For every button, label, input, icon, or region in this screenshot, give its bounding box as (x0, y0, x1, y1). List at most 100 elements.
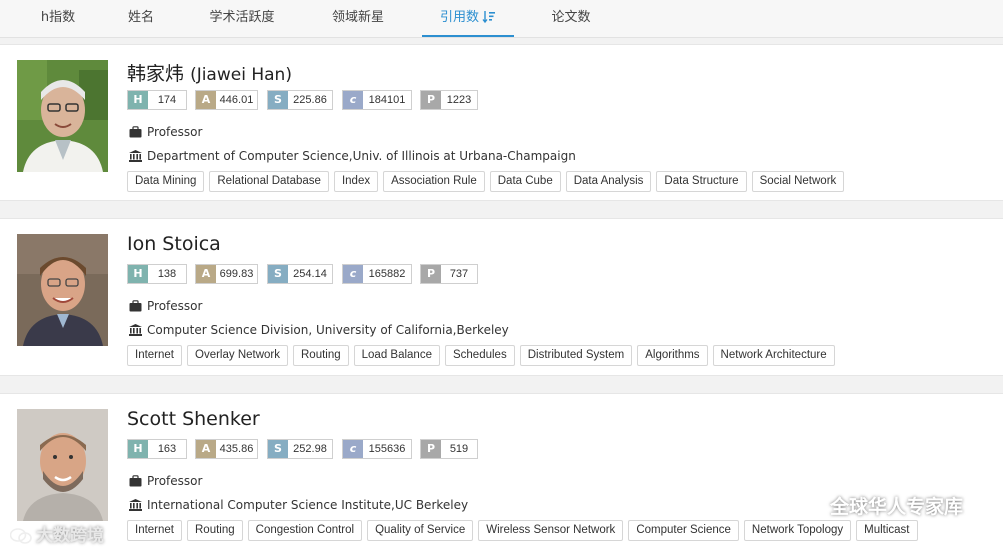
h-index-metric: H 174 (127, 90, 187, 110)
scholar-name-en: Scott Shenker (127, 408, 260, 430)
watermark-right-text: 全球华人专家库 (830, 496, 964, 518)
metric-value: 165882 (368, 268, 406, 280)
metric-value: 252.98 (293, 443, 327, 455)
metric-label: H (128, 91, 148, 109)
scholar-name-en: (Jiawei Han) (190, 65, 292, 85)
activity-metric: A 435.86 (195, 439, 258, 459)
metric-label: P (421, 440, 441, 458)
research-tag[interactable]: Network Architecture (712, 345, 835, 366)
scholar-card[interactable]: Scott Shenker H 163 A 435.86 S 252.98 c 1556… (0, 393, 1003, 550)
research-tags: Internet Overlay Network Routing Load Balan… (127, 343, 840, 366)
research-tag[interactable]: Data Structure (656, 171, 747, 192)
metric-value: 254.14 (293, 268, 327, 280)
tab-papers[interactable]: 论文数 (548, 0, 594, 37)
research-tag[interactable]: Routing (293, 345, 349, 366)
research-tag[interactable]: Data Cube (489, 171, 561, 192)
research-tag[interactable]: Load Balance (353, 345, 440, 366)
metric-value: 1223 (446, 94, 472, 106)
activity-metric: A 699.83 (195, 264, 258, 284)
metric-label: c (343, 440, 363, 458)
metric-value: 138 (157, 268, 177, 280)
watermark-left-text: 大数跨境 (36, 526, 104, 546)
research-tag[interactable]: Multicast (856, 520, 918, 541)
metric-label: c (343, 91, 363, 109)
scholar-card[interactable]: Ion Stoica H 138 A 699.83 S 254.14 c 165882 … (0, 218, 1003, 376)
tab-activity[interactable]: 学术活跃度 (204, 0, 280, 37)
metric-label: A (196, 265, 216, 283)
scholar-name[interactable]: Scott Shenker (127, 408, 260, 430)
metric-value: 225.86 (293, 94, 327, 106)
metric-label: P (421, 91, 441, 109)
scholar-name-cn: 韩家炜 (127, 63, 185, 85)
tab-h-index[interactable]: h指数 (38, 0, 78, 37)
metric-label: c (343, 265, 363, 283)
sort-tab-bar: h指数 姓名 学术活跃度 领域新星 引用数 论文数 (0, 0, 1003, 38)
briefcase-icon (129, 125, 142, 137)
research-tag[interactable]: Routing (187, 520, 243, 541)
research-tag[interactable]: Computer Science (628, 520, 739, 541)
metric-label: P (421, 265, 441, 283)
metric-label: H (128, 265, 148, 283)
scholar-photo[interactable] (17, 60, 108, 172)
affiliation-text: International Computer Science Institute… (147, 498, 469, 512)
metric-value: 737 (449, 268, 469, 280)
paper-count-metric: P 519 (420, 439, 478, 459)
sort-descending-icon (482, 10, 495, 23)
scholar-name[interactable]: Ion Stoica (127, 233, 221, 255)
research-tag[interactable]: Network Topology (743, 520, 852, 541)
research-tag[interactable]: Distributed System (519, 345, 633, 366)
affiliation-text: Department of Computer Science,Univ. of … (147, 149, 576, 163)
h-index-metric: H 163 (127, 439, 187, 459)
sociability-metric: S 254.14 (267, 264, 333, 284)
institution-icon (129, 498, 142, 511)
metric-value: 519 (449, 443, 469, 455)
research-tag[interactable]: Overlay Network (187, 345, 288, 366)
metric-value: 163 (157, 443, 177, 455)
citation-metric: c 184101 (342, 90, 412, 110)
position-text: Professor (147, 474, 203, 488)
paper-count-metric: P 737 (420, 264, 478, 284)
institution-icon (129, 149, 142, 162)
metric-label: H (128, 440, 148, 458)
metric-value: 155636 (368, 443, 406, 455)
research-tag[interactable]: Internet (127, 345, 182, 366)
scholar-affiliation: International Computer Science Institute… (129, 497, 468, 513)
metric-label: A (196, 91, 216, 109)
scholar-photo[interactable] (17, 409, 108, 521)
affiliation-text: Computer Science Division, University of… (147, 323, 509, 337)
research-tag[interactable]: Quality of Service (367, 520, 474, 541)
briefcase-icon (129, 299, 142, 311)
scholar-position: Professor (129, 298, 202, 314)
research-tag[interactable]: Data Analysis (565, 171, 652, 192)
wechat-icon (800, 497, 826, 517)
scholar-name-en: Ion Stoica (127, 233, 221, 255)
tab-citations-label: 引用数 (439, 10, 479, 25)
research-tag[interactable]: Relational Database (209, 171, 329, 192)
research-tag[interactable]: Algorithms (637, 345, 708, 366)
position-text: Professor (147, 125, 203, 139)
scholar-position: Professor (129, 473, 202, 489)
research-tag[interactable]: Internet (127, 520, 182, 541)
research-tag[interactable]: Social Network (751, 171, 845, 192)
position-text: Professor (147, 299, 203, 313)
research-tag[interactable]: Index (333, 171, 379, 192)
metric-label: S (268, 91, 288, 109)
scholar-name[interactable]: 韩家炜 (Jiawei Han) (127, 59, 292, 86)
research-tag[interactable]: Wireless Sensor Network (478, 520, 624, 541)
tab-citations[interactable]: 引用数 (422, 0, 514, 37)
scholar-photo[interactable] (17, 234, 108, 346)
metric-value: 174 (157, 94, 177, 106)
paper-count-metric: P 1223 (420, 90, 478, 110)
research-tag[interactable]: Congestion Control (247, 520, 363, 541)
research-tag[interactable]: Schedules (444, 345, 515, 366)
tab-name[interactable]: 姓名 (124, 0, 158, 37)
tab-rising-star[interactable]: 领域新星 (327, 0, 389, 37)
sociability-metric: S 225.86 (267, 90, 333, 110)
briefcase-icon (129, 474, 142, 486)
research-tag[interactable]: Association Rule (383, 171, 485, 192)
sociability-metric: S 252.98 (267, 439, 333, 459)
research-tag[interactable]: Data Mining (127, 171, 205, 192)
metric-label: S (268, 265, 288, 283)
metric-value: 184101 (368, 94, 406, 106)
scholar-card[interactable]: 韩家炜 (Jiawei Han) H 174 A 446.01 S 225.86 c1… (0, 44, 1003, 201)
